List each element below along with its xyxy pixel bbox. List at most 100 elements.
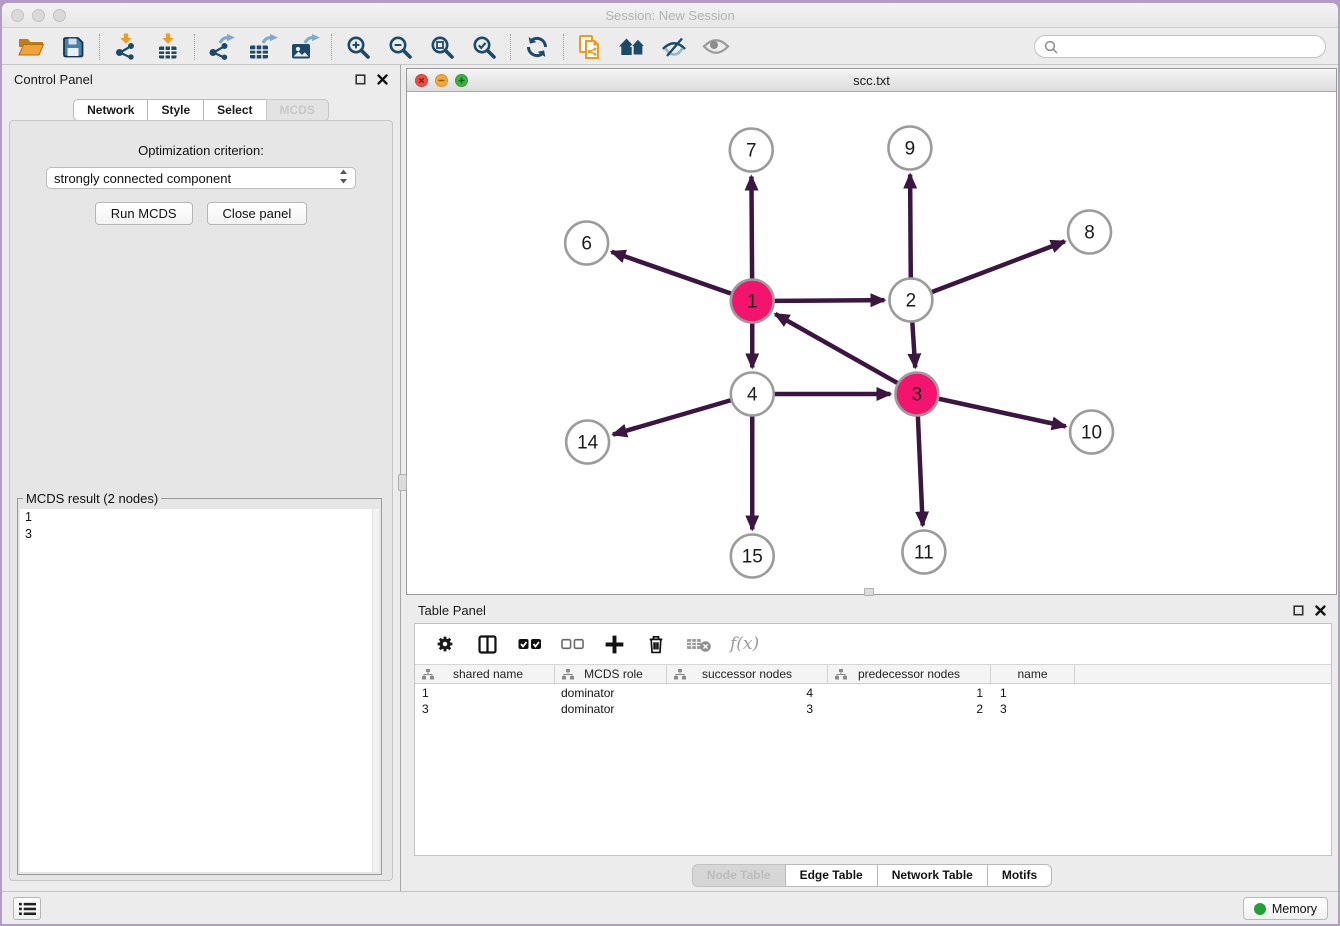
node-6[interactable]: 6 bbox=[565, 222, 608, 265]
hide-selected-button[interactable] bbox=[653, 31, 695, 63]
export-image-button[interactable] bbox=[284, 31, 326, 63]
node-9[interactable]: 9 bbox=[888, 127, 931, 170]
tab-select[interactable]: Select bbox=[203, 99, 266, 121]
column-header-mcds-role[interactable]: MCDS role bbox=[555, 665, 667, 683]
table-row[interactable]: 1 dominator 4 1 1 bbox=[415, 686, 1331, 702]
tab-style[interactable]: Style bbox=[147, 99, 204, 121]
cell-mcds-role[interactable]: dominator bbox=[555, 686, 667, 702]
svg-text:8: 8 bbox=[1084, 222, 1095, 243]
run-mcds-button[interactable]: Run MCDS bbox=[95, 202, 193, 225]
clone-network-button[interactable] bbox=[569, 31, 611, 63]
main-area: scc.txt 7968124314101511 Table Panel bbox=[406, 65, 1338, 891]
control-panel-title: Control Panel bbox=[14, 72, 93, 87]
minimize-view-icon[interactable] bbox=[435, 74, 448, 87]
node-3[interactable]: 3 bbox=[895, 373, 938, 416]
toolbar-separator bbox=[99, 34, 100, 60]
home-button[interactable] bbox=[611, 31, 653, 63]
deselect-all-icon[interactable] bbox=[561, 635, 584, 653]
node-11[interactable]: 11 bbox=[902, 531, 945, 574]
cell-mcds-role[interactable]: dominator bbox=[555, 702, 667, 718]
optimization-criterion-select[interactable]: strongly connected component bbox=[46, 167, 356, 189]
zoom-selected-button[interactable] bbox=[463, 31, 505, 63]
add-column-icon[interactable] bbox=[603, 633, 626, 656]
tab-mcds[interactable]: MCDS bbox=[266, 99, 329, 121]
close-window-button[interactable] bbox=[11, 9, 24, 22]
column-header-successor-nodes[interactable]: successor nodes bbox=[667, 665, 828, 683]
close-panel-icon[interactable] bbox=[377, 74, 388, 85]
table-row[interactable]: 3 dominator 3 2 3 bbox=[415, 702, 1331, 718]
import-network-button[interactable] bbox=[105, 31, 147, 63]
zoom-in-button[interactable] bbox=[337, 31, 379, 63]
node-8[interactable]: 8 bbox=[1068, 211, 1111, 254]
search-field[interactable] bbox=[1034, 35, 1326, 58]
tab-node-table[interactable]: Node Table bbox=[692, 864, 786, 887]
import-table-button[interactable] bbox=[147, 31, 189, 63]
settings-gear-icon[interactable] bbox=[433, 632, 457, 656]
tab-network[interactable]: Network bbox=[73, 99, 148, 121]
tree-icon bbox=[422, 669, 434, 680]
column-header-shared-name[interactable]: shared name bbox=[415, 665, 555, 683]
horizontal-splitter-handle[interactable] bbox=[864, 588, 874, 596]
zoom-out-icon bbox=[387, 34, 413, 60]
save-session-button[interactable] bbox=[52, 31, 94, 63]
cell-name[interactable]: 1 bbox=[991, 686, 1075, 702]
minimize-window-button[interactable] bbox=[32, 9, 45, 22]
node-14[interactable]: 14 bbox=[566, 421, 609, 464]
split-columns-icon[interactable] bbox=[476, 633, 499, 656]
maximize-view-icon[interactable] bbox=[455, 74, 468, 87]
result-scrollbar[interactable] bbox=[372, 509, 379, 872]
edge-2-8[interactable] bbox=[911, 241, 1065, 300]
maximize-window-button[interactable] bbox=[53, 9, 66, 22]
node-2[interactable]: 2 bbox=[889, 279, 932, 322]
column-header-name[interactable]: name bbox=[991, 665, 1075, 683]
svg-text:7: 7 bbox=[746, 140, 757, 161]
fit-content-button[interactable] bbox=[421, 31, 463, 63]
svg-text:6: 6 bbox=[581, 233, 592, 254]
export-network-button[interactable] bbox=[200, 31, 242, 63]
zoom-in-icon bbox=[345, 34, 371, 60]
tab-network-table[interactable]: Network Table bbox=[877, 864, 988, 887]
cell-shared-name[interactable]: 1 bbox=[415, 686, 555, 702]
application-window: Session: New Session bbox=[2, 3, 1338, 924]
node-10[interactable]: 10 bbox=[1070, 411, 1113, 454]
cell-successor-nodes[interactable]: 4 bbox=[667, 686, 828, 702]
close-panel-icon[interactable] bbox=[1315, 605, 1326, 616]
cell-name[interactable]: 3 bbox=[991, 702, 1075, 718]
float-panel-icon[interactable] bbox=[1293, 605, 1304, 616]
table-header-row: shared name MCDS role bbox=[415, 664, 1331, 684]
node-15[interactable]: 15 bbox=[731, 535, 774, 578]
svg-text:15: 15 bbox=[742, 546, 763, 567]
float-panel-icon[interactable] bbox=[355, 74, 366, 85]
vertical-splitter-handle[interactable] bbox=[398, 474, 407, 491]
export-network-icon bbox=[207, 34, 235, 60]
column-header-predecessor-nodes[interactable]: predecessor nodes bbox=[828, 665, 991, 683]
node-4[interactable]: 4 bbox=[731, 373, 774, 416]
node-1[interactable]: 1 bbox=[731, 280, 774, 323]
cell-successor-nodes[interactable]: 3 bbox=[667, 702, 828, 718]
cell-predecessor-nodes[interactable]: 1 bbox=[828, 686, 991, 702]
close-view-icon[interactable] bbox=[415, 74, 428, 87]
tab-motifs[interactable]: Motifs bbox=[987, 864, 1052, 887]
memory-button[interactable]: Memory bbox=[1243, 897, 1328, 920]
close-panel-button[interactable]: Close panel bbox=[207, 202, 308, 225]
zoom-out-button[interactable] bbox=[379, 31, 421, 63]
search-input[interactable] bbox=[1063, 38, 1325, 56]
mcds-result-text[interactable]: 1 3 bbox=[20, 509, 379, 872]
network-window-titlebar[interactable]: scc.txt bbox=[407, 69, 1336, 92]
show-all-button[interactable] bbox=[695, 31, 737, 63]
tab-edge-table[interactable]: Edge Table bbox=[785, 864, 878, 887]
delete-table-icon[interactable] bbox=[686, 634, 711, 654]
export-table-button[interactable] bbox=[242, 31, 284, 63]
delete-column-trash-icon[interactable] bbox=[645, 632, 667, 656]
network-canvas[interactable]: 7 9 6 8 1 2 4 3 14 10 15 11 bbox=[407, 93, 1336, 594]
select-all-icon[interactable] bbox=[518, 634, 542, 654]
cell-predecessor-nodes[interactable]: 2 bbox=[828, 702, 991, 718]
edge-3-1[interactable] bbox=[775, 314, 917, 394]
function-builder-icon[interactable]: f(x) bbox=[730, 634, 759, 654]
cell-shared-name[interactable]: 3 bbox=[415, 702, 555, 718]
node-7[interactable]: 7 bbox=[730, 129, 773, 172]
open-session-button[interactable] bbox=[10, 31, 52, 63]
task-history-button[interactable] bbox=[13, 897, 41, 920]
refresh-layout-button[interactable] bbox=[516, 31, 558, 63]
edge-3-10[interactable] bbox=[917, 394, 1066, 426]
